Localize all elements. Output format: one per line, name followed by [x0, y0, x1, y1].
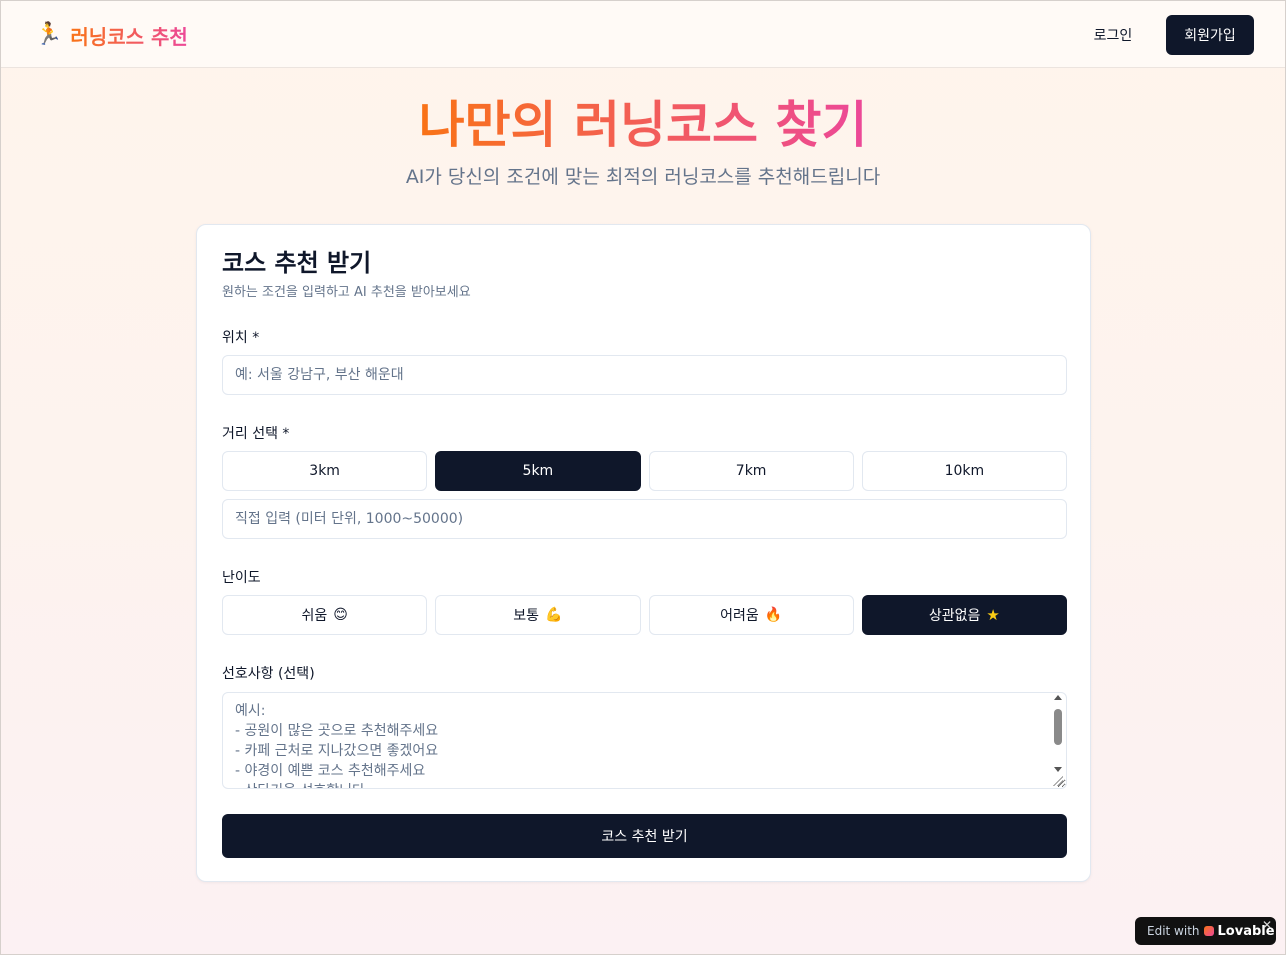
scroll-down-icon[interactable]: [1054, 767, 1062, 772]
difficulty-option-easy[interactable]: 쉬움 😊: [222, 595, 428, 635]
textarea-scrollbar[interactable]: [1053, 693, 1065, 788]
signup-button[interactable]: 회원가입: [1166, 15, 1254, 55]
difficulty-option-label: 보통: [513, 608, 540, 624]
difficulty-options: 쉬움 😊 보통 💪 어려움 🔥 상관없음 ★: [222, 595, 1067, 635]
fire-icon: 🔥: [764, 607, 783, 623]
distance-option-3km[interactable]: 3km: [222, 451, 428, 491]
scroll-up-icon[interactable]: [1054, 695, 1062, 700]
distance-label: 거리 선택 *: [222, 426, 290, 442]
distance-option-7km[interactable]: 7km: [648, 451, 854, 491]
hero-subtitle: AI가 당신의 조건에 맞는 최적의 러닝코스를 추천해드립니다: [405, 166, 881, 188]
hero-title: 나만의 러닝코스 찾기: [1, 93, 1285, 157]
star-icon: ★: [986, 606, 1000, 624]
muscle-icon: 💪: [545, 607, 563, 623]
login-button[interactable]: 로그인: [1077, 15, 1149, 55]
hero-title-text: 나만의 러닝코스 찾기: [418, 96, 868, 154]
scroll-thumb[interactable]: [1054, 709, 1062, 745]
smile-icon: 😊: [333, 607, 348, 623]
runner-icon: 🏃: [35, 22, 63, 47]
custom-distance-input[interactable]: [222, 499, 1067, 539]
form-description: 원하는 조건을 입력하고 AI 추천을 받아보세요: [222, 285, 471, 300]
difficulty-option-normal[interactable]: 보통 💪: [435, 595, 641, 635]
difficulty-option-label: 쉬움: [301, 608, 328, 624]
lovable-badge[interactable]: Edit with Lovable ✕: [1135, 917, 1276, 945]
difficulty-option-label: 어려움: [720, 608, 759, 624]
logo-text: 러닝코스 추천: [70, 21, 187, 50]
form-title: 코스 추천 받기: [222, 249, 372, 277]
difficulty-option-label: 상관없음: [928, 608, 981, 624]
preferences-textarea[interactable]: 예시: - 공원이 많은 곳으로 추천해주세요 - 카페 근처로 지나갔으면 좋…: [222, 692, 1067, 789]
logo[interactable]: 🏃 러닝코스 추천: [35, 21, 188, 49]
location-label: 위치 *: [222, 330, 260, 346]
difficulty-option-any[interactable]: 상관없음 ★: [861, 595, 1067, 635]
recommend-form-card: 코스 추천 받기 원하는 조건을 입력하고 AI 추천을 받아보세요 위치 * …: [196, 224, 1091, 882]
badge-edit-text: Edit with: [1147, 924, 1200, 938]
preferences-label: 선호사항 (선택): [222, 666, 315, 682]
location-input[interactable]: [222, 355, 1067, 395]
distance-option-5km[interactable]: 5km: [435, 451, 641, 491]
difficulty-option-hard[interactable]: 어려움 🔥: [648, 595, 854, 635]
distance-option-10km[interactable]: 10km: [861, 451, 1067, 491]
submit-button[interactable]: 코스 추천 받기: [222, 814, 1067, 858]
top-nav: 🏃 러닝코스 추천 로그인 회원가입: [1, 1, 1285, 68]
difficulty-label: 난이도: [222, 570, 261, 586]
close-icon[interactable]: ✕: [1262, 918, 1272, 932]
distance-options: 3km 5km 7km 10km: [222, 451, 1067, 491]
lovable-logo-icon: [1203, 926, 1214, 936]
resize-grip-icon[interactable]: [1053, 776, 1063, 786]
